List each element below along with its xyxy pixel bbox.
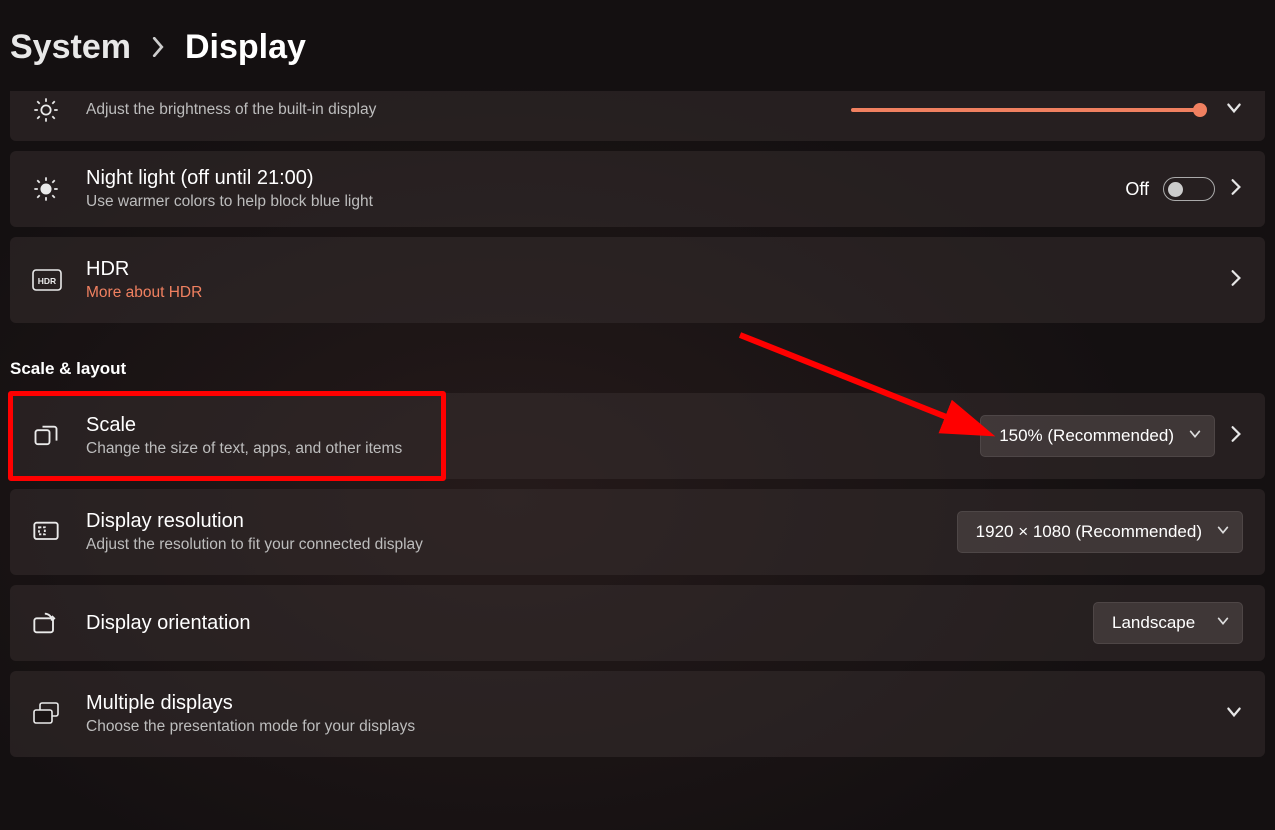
scale-dropdown[interactable]: 150% (Recommended) [980,415,1215,457]
hdr-row[interactable]: HDR HDR More about HDR [10,237,1265,323]
chevron-down-icon [1216,522,1230,542]
night-light-toggle[interactable] [1163,177,1215,201]
night-light-title: Night light (off until 21:00) [86,167,1125,190]
resolution-row[interactable]: Display resolution Adjust the resolution… [10,489,1265,575]
night-light-icon [32,175,86,203]
breadcrumb: System Display [10,20,1265,91]
chevron-right-icon [151,37,165,62]
hdr-title: HDR [86,258,1229,281]
chevron-right-icon[interactable] [1229,425,1243,448]
resolution-icon [32,518,86,546]
breadcrumb-parent[interactable]: System [10,28,131,67]
resolution-title: Display resolution [86,510,957,533]
scale-row[interactable]: Scale Change the size of text, apps, and… [10,393,1265,479]
scale-icon [32,422,86,450]
resolution-dropdown-value: 1920 × 1080 (Recommended) [976,522,1202,541]
chevron-down-icon [1188,426,1202,446]
multiple-displays-title: Multiple displays [86,692,1225,715]
orientation-row[interactable]: Display orientation Landscape [10,585,1265,661]
chevron-down-icon[interactable] [1225,99,1243,122]
resolution-dropdown[interactable]: 1920 × 1080 (Recommended) [957,511,1243,553]
orientation-icon [32,609,86,637]
brightness-slider[interactable] [851,108,1201,112]
orientation-dropdown-value: Landscape [1112,613,1195,632]
multiple-displays-subtitle: Choose the presentation mode for your di… [86,718,1225,736]
toggle-knob [1168,182,1183,197]
night-light-subtitle: Use warmer colors to help block blue lig… [86,193,1125,211]
scale-title: Scale [86,414,980,437]
brightness-slider-thumb[interactable] [1193,103,1207,117]
orientation-dropdown[interactable]: Landscape [1093,602,1243,644]
multiple-displays-icon [32,701,86,727]
hdr-more-link[interactable]: More about HDR [86,284,1229,302]
chevron-right-icon[interactable] [1229,178,1243,201]
resolution-subtitle: Adjust the resolution to fit your connec… [86,536,957,554]
scale-layout-heading: Scale & layout [10,359,1265,379]
scale-subtitle: Change the size of text, apps, and other… [86,440,980,458]
night-light-toggle-label: Off [1125,179,1149,200]
chevron-down-icon [1216,613,1230,633]
orientation-title: Display orientation [86,612,1093,635]
chevron-right-icon[interactable] [1229,269,1243,292]
svg-text:HDR: HDR [38,276,56,286]
brightness-subtitle: Adjust the brightness of the built-in di… [86,101,851,119]
hdr-icon: HDR [32,269,86,291]
night-light-row[interactable]: Night light (off until 21:00) Use warmer… [10,151,1265,227]
brightness-icon [32,96,86,124]
scale-dropdown-value: 150% (Recommended) [999,426,1174,445]
multiple-displays-row[interactable]: Multiple displays Choose the presentatio… [10,671,1265,757]
chevron-down-icon[interactable] [1225,703,1243,726]
brightness-row[interactable]: Adjust the brightness of the built-in di… [10,91,1265,141]
breadcrumb-current: Display [185,28,306,67]
